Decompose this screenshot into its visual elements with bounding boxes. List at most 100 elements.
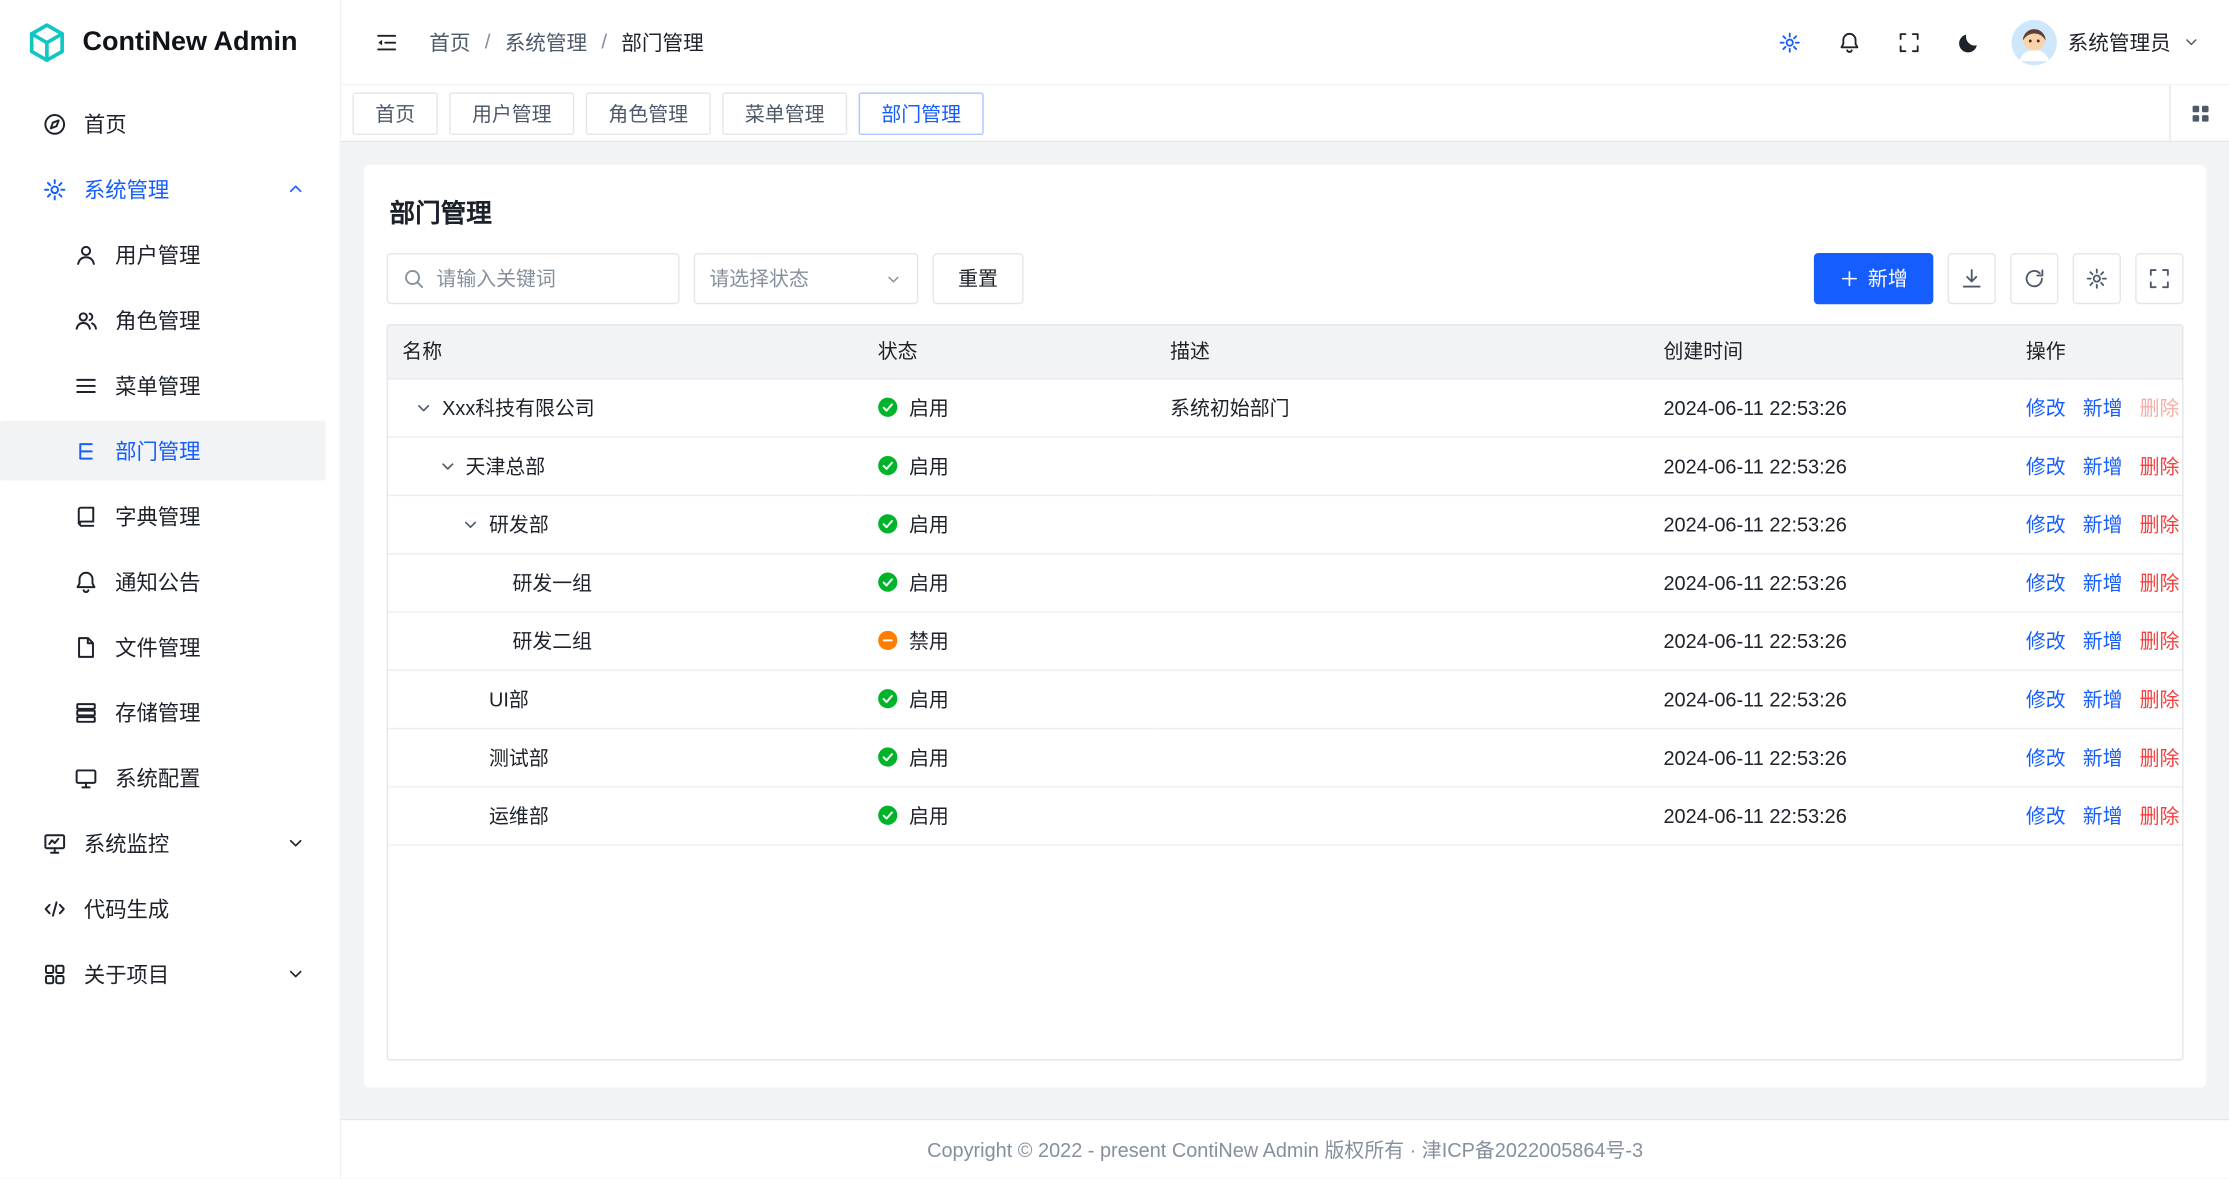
refresh-icon <box>2023 267 2046 290</box>
logo-icon <box>26 21 69 64</box>
add-link[interactable]: 新增 <box>2083 571 2123 594</box>
sidebar-item-user-mgmt[interactable]: 用户管理 <box>0 225 326 285</box>
tab-home[interactable]: 首页 <box>353 92 438 135</box>
dark-mode-button[interactable] <box>1945 19 1990 64</box>
breadcrumb-separator: / <box>601 31 607 54</box>
export-button[interactable] <box>1948 253 1996 304</box>
description-cell <box>1156 436 1649 494</box>
edit-link[interactable]: 修改 <box>2026 804 2066 827</box>
tab-user-mgmt[interactable]: 用户管理 <box>449 92 574 135</box>
status-select[interactable]: 请选择状态 <box>694 253 919 304</box>
sidebar-item-label: 首页 <box>84 109 127 139</box>
sidebar-item-label: 通知公告 <box>115 566 200 596</box>
delete-link[interactable]: 删除 <box>2140 746 2180 769</box>
add-link[interactable]: 新增 <box>2083 804 2123 827</box>
sidebar-item-home[interactable]: 首页 <box>0 94 326 154</box>
delete-link[interactable]: 删除 <box>2140 571 2180 594</box>
sidebar-item-role-mgmt[interactable]: 角色管理 <box>0 290 326 350</box>
created-time-cell: 2024-06-11 22:53:26 <box>1649 378 2011 436</box>
add-link[interactable]: 新增 <box>2083 454 2123 477</box>
delete-link[interactable]: 删除 <box>2140 804 2180 827</box>
row-expand-toggle[interactable] <box>437 456 457 476</box>
status-enabled-icon <box>878 805 899 826</box>
edit-link[interactable]: 修改 <box>2026 512 2066 535</box>
status-badge: 启用 <box>878 510 1142 538</box>
status-cell: 启用 <box>863 553 1155 611</box>
theme-settings-button[interactable] <box>1766 19 1811 64</box>
add-link[interactable]: 新增 <box>2083 512 2123 535</box>
tab-role-mgmt[interactable]: 角色管理 <box>586 92 711 135</box>
edit-link[interactable]: 修改 <box>2026 687 2066 710</box>
chevron-up-icon <box>286 179 306 199</box>
name-cell: 运维部 <box>388 786 863 844</box>
row-expand-toggle[interactable] <box>461 514 481 534</box>
keyword-search-box[interactable] <box>387 253 680 304</box>
tab-actions-button[interactable] <box>2169 85 2229 140</box>
sidebar-item-menu-mgmt[interactable]: 菜单管理 <box>0 355 326 415</box>
search-input[interactable] <box>436 267 663 290</box>
column-settings-button[interactable] <box>2073 253 2121 304</box>
grid-icon <box>2188 102 2211 125</box>
edit-link[interactable]: 修改 <box>2026 454 2066 477</box>
actions-cell: 修改新增删除 <box>2012 553 2182 611</box>
table-row: 运维部启用2024-06-11 22:53:26修改新增删除 <box>388 786 2182 844</box>
sidebar-item-label: 存储管理 <box>115 697 200 727</box>
status-label: 启用 <box>909 684 949 712</box>
sidebar-item-about-project[interactable]: 关于项目 <box>0 944 326 1004</box>
reset-button[interactable]: 重置 <box>933 253 1024 304</box>
tab-dept-mgmt[interactable]: 部门管理 <box>859 92 984 135</box>
sidebar-item-code-gen[interactable]: 代码生成 <box>0 879 326 939</box>
sidebar-item-system-monitor[interactable]: 系统监控 <box>0 813 326 873</box>
code-icon <box>43 896 67 920</box>
delete-link[interactable]: 删除 <box>2140 512 2180 535</box>
sidebar-item-system-config[interactable]: 系统配置 <box>0 748 326 808</box>
table-fullscreen-button[interactable] <box>2135 253 2183 304</box>
status-label: 禁用 <box>909 626 949 654</box>
add-link[interactable]: 新增 <box>2083 629 2123 652</box>
refresh-button[interactable] <box>2010 253 2058 304</box>
edit-link[interactable]: 修改 <box>2026 396 2066 419</box>
edit-link[interactable]: 修改 <box>2026 746 2066 769</box>
menu-collapse-button[interactable] <box>364 19 409 64</box>
delete-link: 删除 <box>2140 396 2180 419</box>
caret-down-icon <box>437 456 457 476</box>
delete-link[interactable]: 删除 <box>2140 454 2180 477</box>
sidebar-item-notice[interactable]: 通知公告 <box>0 552 326 612</box>
add-link[interactable]: 新增 <box>2083 746 2123 769</box>
logo[interactable]: ContiNew Admin <box>0 0 340 85</box>
sidebar-item-system[interactable]: 系统管理 <box>0 159 326 219</box>
status-enabled-icon <box>878 688 899 709</box>
notifications-button[interactable] <box>1826 19 1871 64</box>
avatar <box>2011 19 2056 64</box>
app-root: ContiNew Admin 首页系统管理用户管理角色管理菜单管理部门管理字典管… <box>0 0 2229 1178</box>
status-cell: 启用 <box>863 728 1155 786</box>
fullscreen-button[interactable] <box>1886 19 1931 64</box>
actions-cell: 修改新增删除 <box>2012 436 2182 494</box>
row-expand-toggle[interactable] <box>414 397 434 417</box>
department-card: 部门管理 请选择状态 重置 新增 <box>364 165 2206 1088</box>
user-menu[interactable]: 系统管理员 <box>2011 19 2201 64</box>
actions-cell: 修改新增删除 <box>2012 786 2182 844</box>
add-link[interactable]: 新增 <box>2083 687 2123 710</box>
sidebar-item-file-mgmt[interactable]: 文件管理 <box>0 617 326 677</box>
tab-bar: 首页用户管理角色管理菜单管理部门管理 <box>341 85 2229 142</box>
add-link[interactable]: 新增 <box>2083 396 2123 419</box>
breadcrumb-item[interactable]: 系统管理 <box>505 27 587 57</box>
status-enabled-icon <box>878 455 899 476</box>
sidebar-item-label: 角色管理 <box>115 305 200 335</box>
storage-icon <box>74 700 98 724</box>
delete-link[interactable]: 删除 <box>2140 629 2180 652</box>
sidebar-item-label: 文件管理 <box>115 632 200 662</box>
sidebar-item-dept-mgmt[interactable]: 部门管理 <box>0 421 326 481</box>
delete-link[interactable]: 删除 <box>2140 687 2180 710</box>
tab-menu-mgmt[interactable]: 菜单管理 <box>722 92 847 135</box>
edit-link[interactable]: 修改 <box>2026 629 2066 652</box>
add-button[interactable]: 新增 <box>1814 253 1933 304</box>
sidebar-item-label: 系统管理 <box>84 174 169 204</box>
fullscreen-icon <box>1897 31 1920 54</box>
sidebar-item-storage-mgmt[interactable]: 存储管理 <box>0 682 326 742</box>
description-cell <box>1156 495 1649 553</box>
edit-link[interactable]: 修改 <box>2026 571 2066 594</box>
sidebar-item-dict-mgmt[interactable]: 字典管理 <box>0 486 326 546</box>
breadcrumb-item[interactable]: 首页 <box>429 27 470 57</box>
